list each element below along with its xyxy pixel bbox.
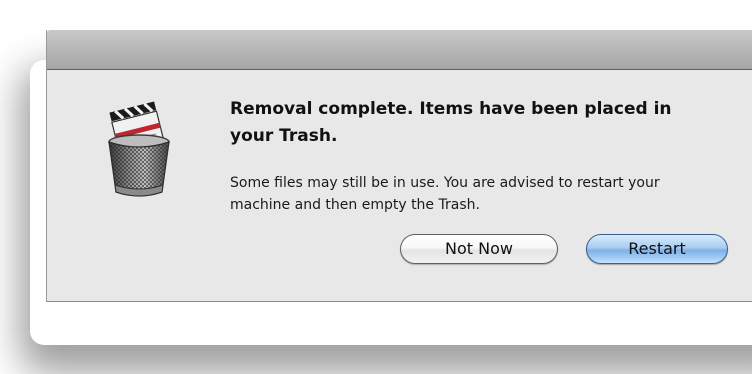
restart-button[interactable]: Restart bbox=[586, 234, 728, 264]
alert-sheet-window: Removal complete. Items have been placed… bbox=[46, 30, 752, 302]
not-now-button[interactable]: Not Now bbox=[400, 234, 558, 264]
trash-can-with-clapperboard-icon bbox=[108, 101, 170, 197]
alert-title: Removal complete. Items have been placed… bbox=[230, 99, 672, 146]
window-titlebar[interactable] bbox=[47, 30, 752, 72]
screen: Removal complete. Items have been placed… bbox=[0, 0, 752, 374]
alert-message: Some files may still be in use. You are … bbox=[230, 175, 660, 213]
